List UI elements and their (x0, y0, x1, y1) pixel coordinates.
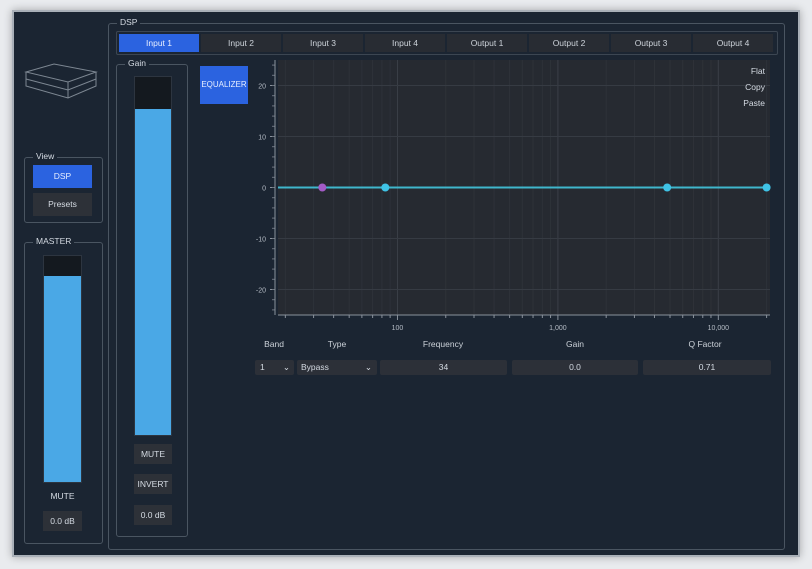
flat-button[interactable]: Flat (720, 63, 765, 79)
tab-input-1[interactable]: Input 1 (119, 34, 199, 52)
x-tick-label: 1,000 (549, 325, 567, 332)
y-tick-label: -20 (256, 288, 266, 295)
tab-output-3[interactable]: Output 3 (611, 34, 691, 52)
chart-actions: Flat Copy Paste (720, 63, 765, 111)
tab-output-2[interactable]: Output 2 (529, 34, 609, 52)
device-icon (24, 63, 98, 99)
frequency-input[interactable]: 34 (380, 360, 507, 375)
type-select[interactable]: Bypass ⌄ (297, 360, 377, 375)
gain-value[interactable]: 0.0 dB (134, 505, 172, 525)
band-header: Band (264, 339, 284, 349)
eq-band-point[interactable] (663, 183, 672, 192)
tab-output-4[interactable]: Output 4 (693, 34, 773, 52)
type-header: Type (327, 339, 347, 349)
x-tick-label: 10,000 (708, 325, 730, 332)
q-factor-input[interactable]: 0.71 (643, 360, 771, 375)
view-dsp-button[interactable]: DSP (33, 165, 92, 188)
copy-button[interactable]: Copy (720, 79, 765, 95)
eq-band-point[interactable] (762, 183, 771, 192)
y-tick-label: 0 (262, 186, 266, 193)
chevron-down-icon: ⌄ (282, 362, 290, 372)
view-label: View (33, 151, 58, 161)
master-meter[interactable] (43, 255, 82, 483)
tab-input-3[interactable]: Input 3 (283, 34, 363, 52)
band-value: 1 (260, 362, 265, 372)
gain-mute-button[interactable]: MUTE (134, 444, 172, 464)
master-gain-value[interactable]: 0.0 dB (43, 511, 82, 531)
tab-input-4[interactable]: Input 4 (365, 34, 445, 52)
gain-meter[interactable] (134, 76, 172, 436)
y-tick-label: -10 (256, 237, 266, 244)
dsp-label: DSP (117, 17, 141, 27)
tab-output-1[interactable]: Output 1 (447, 34, 527, 52)
gain-meter-fill (135, 109, 171, 435)
type-value: Bypass (301, 362, 329, 372)
x-tick-label: 100 (392, 325, 404, 332)
gain-label: Gain (125, 58, 149, 68)
y-tick-label: 20 (258, 84, 266, 91)
view-presets-button[interactable]: Presets (33, 193, 92, 216)
gain-header: Gain (566, 339, 584, 349)
master-meter-fill (44, 276, 81, 482)
eq-chart[interactable]: 20100-10-20100 1,000 10,000 (240, 56, 780, 336)
y-tick-label: 10 (258, 135, 266, 142)
chevron-down-icon: ⌄ (364, 362, 372, 372)
master-mute-label[interactable]: MUTE (43, 491, 82, 501)
tab-input-2[interactable]: Input 2 (201, 34, 281, 52)
master-label: MASTER (33, 236, 75, 246)
eq-band-point[interactable] (381, 183, 390, 192)
frequency-header: Frequency (422, 339, 464, 349)
gain-invert-button[interactable]: INVERT (134, 474, 172, 494)
q-factor-header: Q Factor (688, 339, 722, 349)
paste-button[interactable]: Paste (720, 95, 765, 111)
band-select[interactable]: 1 ⌄ (255, 360, 294, 375)
eq-band-point[interactable] (318, 183, 327, 192)
gain-input[interactable]: 0.0 (512, 360, 638, 375)
